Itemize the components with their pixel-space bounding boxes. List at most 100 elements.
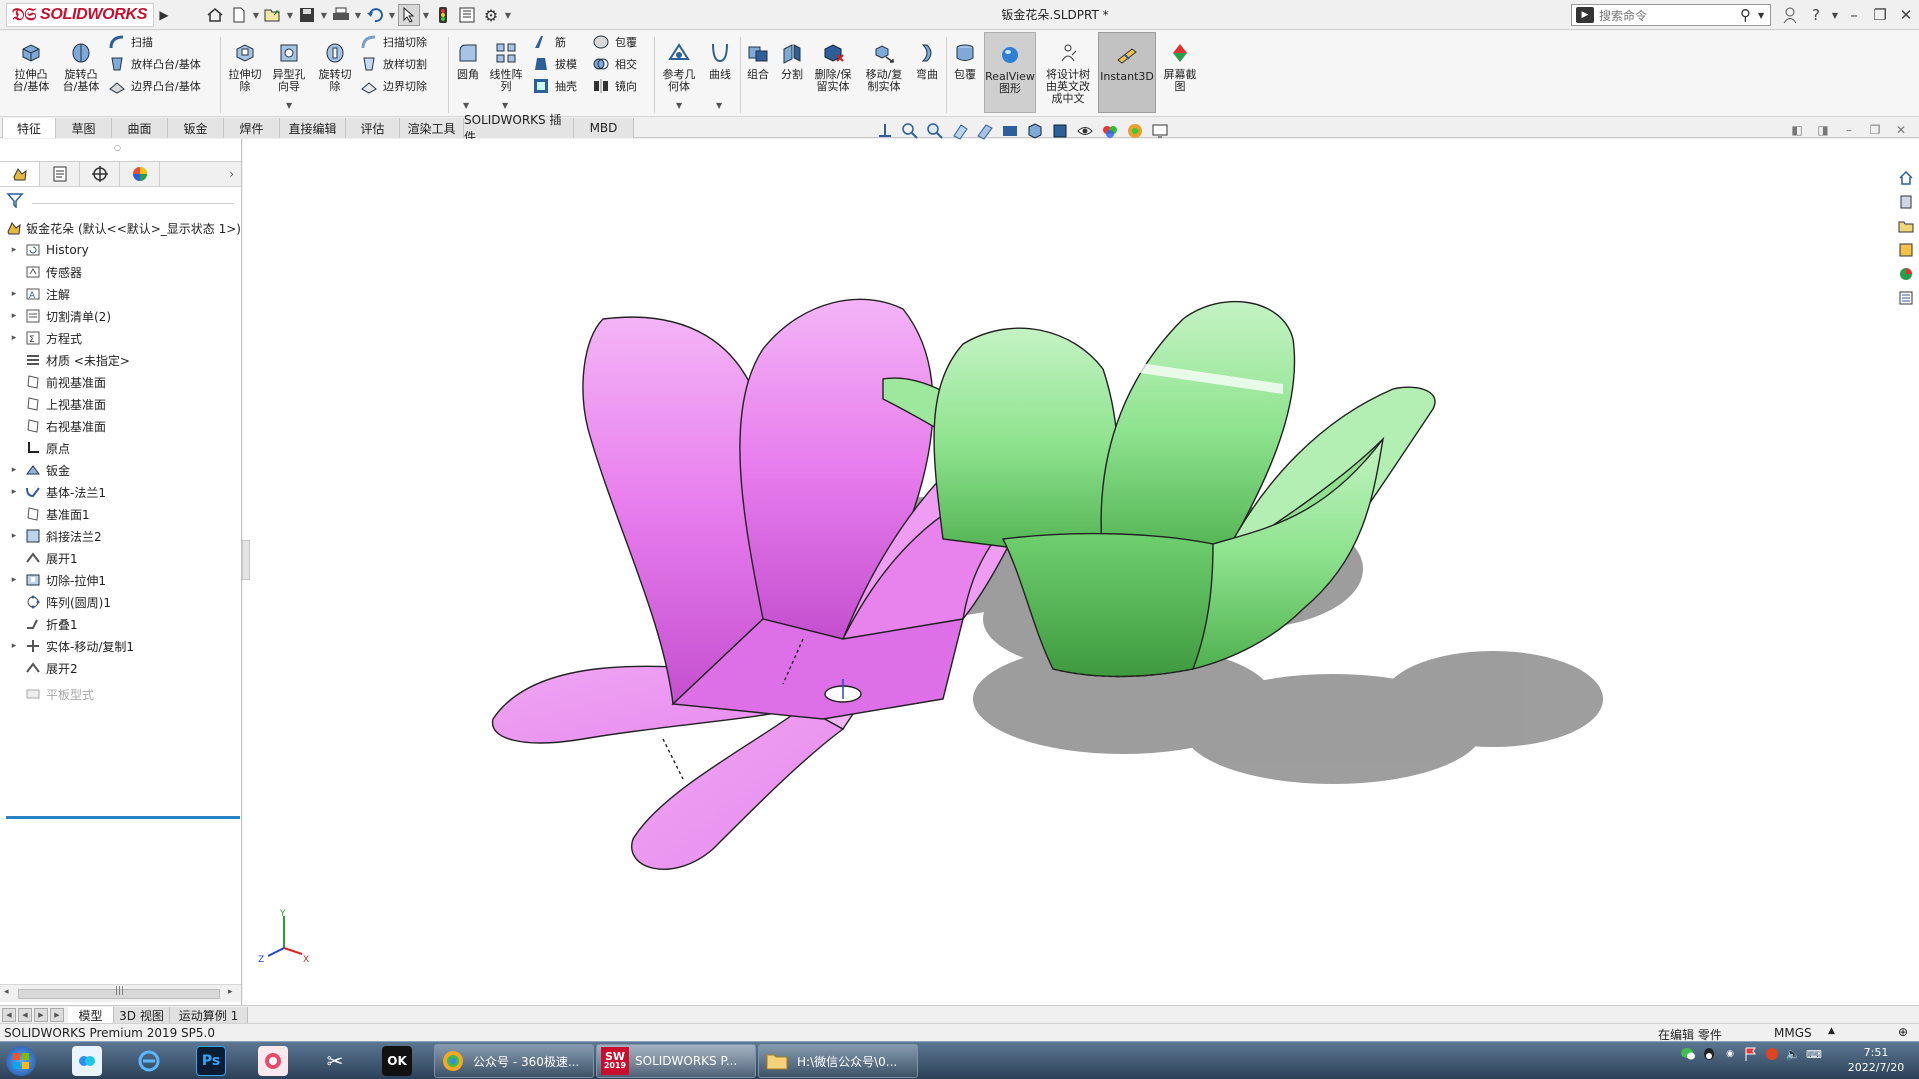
print-dropdown-icon[interactable]: ▼ <box>354 4 362 26</box>
ok-tray-icon[interactable]: ◉ <box>1722 1046 1738 1062</box>
tab-evaluate[interactable]: 评估 <box>346 118 400 138</box>
section-view-icon[interactable] <box>975 121 995 141</box>
realview-button[interactable]: RealView 图形 <box>984 32 1036 113</box>
taskbar-ie-app[interactable] <box>134 1044 164 1078</box>
display-style-icon[interactable] <box>1050 121 1070 141</box>
propertymanager-tab-icon[interactable] <box>40 162 80 186</box>
tree-item-material[interactable]: 材质 <未指定> <box>0 349 241 371</box>
rollback-bar[interactable] <box>6 816 240 819</box>
move-copy-body-button[interactable]: 移动/复 制实体 <box>860 31 908 93</box>
options-dropdown-icon[interactable]: ▼ <box>504 4 512 26</box>
wrap-button[interactable]: 包覆 <box>592 31 637 53</box>
keyboard-tray-icon[interactable]: ⌨ <box>1806 1046 1822 1062</box>
view-settings-icon[interactable] <box>1150 121 1170 141</box>
tree-item-equations[interactable]: ▸ Σ 方程式 <box>0 327 241 349</box>
lofted-cut-button[interactable]: 放样切割 <box>360 53 427 75</box>
tree-item-unfold2[interactable]: 展开2 <box>0 657 241 679</box>
taskbar-snipping-app[interactable]: ✂ <box>320 1044 350 1078</box>
screen-capture-button[interactable]: 屏幕截 图 <box>1158 31 1202 93</box>
qq-tray-icon[interactable] <box>1701 1046 1717 1062</box>
zoom-to-fit-icon[interactable] <box>900 121 920 141</box>
boundary-boss-button[interactable]: 边界凸台/基体 <box>108 75 201 97</box>
scroll-left-icon[interactable]: ◂ <box>4 987 9 997</box>
restore-icon[interactable]: ❐ <box>1868 3 1892 27</box>
expand-arrow-icon[interactable]: ▸ <box>8 333 20 343</box>
instant3d-button[interactable]: Instant3D <box>1098 32 1156 113</box>
tree-item-circular-pattern[interactable]: 阵列(圆周)1 <box>0 591 241 613</box>
extrude-cut-button[interactable]: 拉伸切 除 <box>224 31 266 93</box>
minimize-icon[interactable]: – <box>1842 3 1866 27</box>
flag-tray-icon[interactable] <box>1743 1046 1759 1062</box>
rib-button[interactable]: 筋 <box>532 31 566 53</box>
expand-arrow-icon[interactable]: ▸ <box>8 641 20 651</box>
file-properties-icon[interactable] <box>456 4 478 26</box>
swept-cut-button[interactable]: 扫描切除 <box>360 31 427 53</box>
dynamic-annotation-icon[interactable] <box>1000 121 1020 141</box>
tab-sketch[interactable]: 草图 <box>56 118 112 138</box>
select-dropdown-icon[interactable]: ▼ <box>422 4 430 26</box>
expand-arrow-icon[interactable]: ▸ <box>8 531 20 541</box>
panel-expand-icon[interactable]: › <box>160 162 240 186</box>
last-tab-icon[interactable]: ▶ <box>50 1008 64 1022</box>
units-selector[interactable]: MMGS <box>1774 1026 1812 1040</box>
file-explorer-icon[interactable] <box>1895 216 1917 236</box>
custom-properties-icon[interactable] <box>1895 288 1917 308</box>
tree-item-base-flange[interactable]: ▸ 基体-法兰1 <box>0 481 241 503</box>
save-icon[interactable] <box>296 4 318 26</box>
scroll-thumb[interactable]: ||| <box>18 986 220 999</box>
tree-item-cut-extrude[interactable]: ▸ 切除-拉伸1 <box>0 569 241 591</box>
graphics-area[interactable] <box>243 139 1919 1005</box>
wrap-feature-button[interactable]: 包覆 <box>948 31 982 81</box>
revolve-boss-button[interactable]: 旋转凸 台/基体 <box>58 31 104 93</box>
intersect-button[interactable]: 相交 <box>592 53 637 75</box>
user-icon[interactable] <box>1778 3 1802 27</box>
tree-item-sheet-metal[interactable]: ▸ 钣金 <box>0 459 241 481</box>
viewport-tile-left-icon[interactable]: ◧ <box>1788 122 1806 138</box>
shell-button[interactable]: 抽壳 <box>532 75 577 97</box>
draft-button[interactable]: 拔模 <box>532 53 577 75</box>
options-gear-icon[interactable]: ⚙ <box>480 4 502 26</box>
tree-item-miter-flange[interactable]: ▸ 斜接法兰2 <box>0 525 241 547</box>
panel-horizontal-scrollbar[interactable]: ◂ ||| ▸ <box>0 984 241 1002</box>
apply-scene-icon[interactable] <box>1125 121 1145 141</box>
translate-tree-button[interactable]: 将设计树 由英文改 成中文 <box>1040 31 1096 105</box>
taskbar-photoshop-app[interactable]: Ps <box>196 1044 226 1078</box>
view-orientation-icon[interactable] <box>875 121 895 141</box>
new-document-icon[interactable] <box>228 4 250 26</box>
taskbar-window-explorer[interactable]: H:\微信公众号\0... <box>758 1044 918 1078</box>
tab-model[interactable]: 模型 <box>68 1007 114 1023</box>
wechat-tray-icon[interactable] <box>1680 1046 1696 1062</box>
expand-arrow-icon[interactable]: ▸ <box>8 245 20 255</box>
tree-item-flat-pattern[interactable]: 平板型式 <box>0 683 241 705</box>
tab-weldments[interactable]: 焊件 <box>224 118 280 138</box>
taskbar-paint-app[interactable] <box>258 1044 288 1078</box>
fillet-dropdown-icon[interactable]: ▼ <box>463 101 469 110</box>
volume-tray-icon[interactable]: 🔈 <box>1785 1046 1801 1062</box>
tree-item-move-copy-body[interactable]: ▸ 实体-移动/复制1 <box>0 635 241 657</box>
expand-arrow-icon[interactable]: ▸ <box>8 575 20 585</box>
tab-features[interactable]: 特征 <box>2 118 56 138</box>
filter-icon[interactable] <box>6 192 28 210</box>
expand-arrow-icon[interactable]: ▸ <box>8 487 20 497</box>
fillet-button[interactable]: 圆角 <box>450 31 486 81</box>
rebuild-icon[interactable] <box>432 4 454 26</box>
extrude-boss-button[interactable]: 拉伸凸 台/基体 <box>8 31 54 93</box>
menu-expand-icon[interactable]: ▶ <box>158 5 170 25</box>
tab-surfaces[interactable]: 曲面 <box>112 118 168 138</box>
undo-dropdown-icon[interactable]: ▼ <box>388 4 396 26</box>
reference-geometry-button[interactable]: 参考几 何体 <box>656 31 702 93</box>
viewport-minimize-icon[interactable]: – <box>1840 122 1858 138</box>
viewport-close-icon[interactable]: ✕ <box>1892 122 1910 138</box>
sweep-button[interactable]: 扫描 <box>108 31 153 53</box>
open-dropdown-icon[interactable]: ▼ <box>286 4 294 26</box>
panel-splitter-handle[interactable] <box>242 540 250 580</box>
mirror-button[interactable]: 镜向 <box>592 75 637 97</box>
pattern-dropdown-icon[interactable]: ▼ <box>502 101 508 110</box>
edit-appearance-icon[interactable] <box>1100 121 1120 141</box>
tree-item-origin[interactable]: 原点 <box>0 437 241 459</box>
featuremanager-tab-icon[interactable] <box>0 162 40 186</box>
tree-item-cut-list[interactable]: ▸ 切割清单(2) <box>0 305 241 327</box>
tab-motion-study[interactable]: 运动算例 1 <box>170 1007 248 1023</box>
tree-item-fold1[interactable]: 折叠1 <box>0 613 241 635</box>
hole-wizard-button[interactable]: 异型孔 向导 <box>268 31 310 93</box>
